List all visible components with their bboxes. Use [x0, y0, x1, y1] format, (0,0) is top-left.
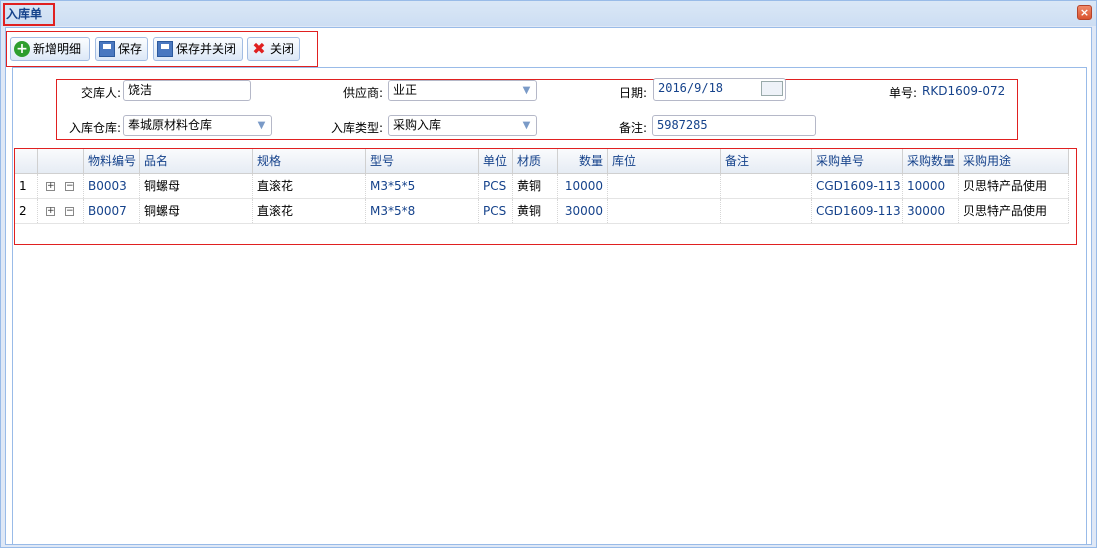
expand-icon[interactable]: + [46, 207, 55, 216]
cell-material[interactable]: 黄铜 [513, 199, 558, 223]
save-label: 保存 [118, 42, 143, 56]
close-icon[interactable]: × [1077, 5, 1092, 20]
cell-purpose[interactable]: 贝思特产品使用 [959, 199, 1069, 223]
chevron-down-icon[interactable]: ▼ [255, 119, 268, 132]
toolbar: + 新增明细 保存 保存并关闭 ✖ 关闭 [6, 31, 318, 67]
save-and-close-button[interactable]: 保存并关闭 [153, 37, 243, 61]
row-index: 1 [15, 174, 38, 198]
row-tree-toggles: + − [38, 174, 84, 198]
close-button[interactable]: ✖ 关闭 [247, 37, 300, 61]
column-header-po-no[interactable]: 采购单号 [812, 149, 903, 173]
grid-header: 物料编号 品名 规格 型号 单位 材质 数量 库位 备注 采购单号 采购数量 采… [15, 149, 1069, 174]
order-no-label: 单号: [888, 86, 917, 100]
column-header-model[interactable]: 型号 [366, 149, 479, 173]
cell-po-qty[interactable]: 10000 [903, 174, 959, 198]
row-tree-toggles: + − [38, 199, 84, 223]
column-header-qty[interactable]: 数量 [558, 149, 608, 173]
cell-model[interactable]: M3*5*5 [366, 174, 479, 198]
cell-po-no[interactable]: CGD1609-113 [812, 199, 903, 223]
row-index: 2 [15, 199, 38, 223]
expand-icon[interactable]: + [46, 182, 55, 191]
cell-unit[interactable]: PCS [479, 199, 513, 223]
cell-remark[interactable] [721, 199, 812, 223]
supplier-value: 业正 [393, 83, 418, 97]
add-detail-button[interactable]: + 新增明细 [10, 37, 90, 61]
table-row[interactable]: 2 + − B0007 铜螺母 直滚花 M3*5*8 PCS 黄铜 30000 C… [15, 199, 1069, 224]
deliverer-label: 交库人: [80, 86, 121, 100]
inbound-order-window: 入库单 × + 新增明细 保存 保存并关闭 ✖ 关闭 交库人: 饶洁 供应商: … [0, 0, 1097, 548]
cell-model[interactable]: M3*5*8 [366, 199, 479, 223]
cell-spec[interactable]: 直滚花 [253, 174, 366, 198]
cell-spec[interactable]: 直滚花 [253, 199, 366, 223]
order-no-value: RKD1609-072 [922, 84, 1006, 98]
column-header-remark[interactable]: 备注 [721, 149, 812, 173]
detail-grid: 物料编号 品名 规格 型号 单位 材质 数量 库位 备注 采购单号 采购数量 采… [15, 149, 1076, 245]
column-header-spec[interactable]: 规格 [253, 149, 366, 173]
save-icon [157, 41, 173, 57]
chevron-down-icon[interactable]: ▼ [520, 119, 533, 132]
supplier-select[interactable]: 业正 ▼ [388, 80, 537, 101]
cell-purpose[interactable]: 贝思特产品使用 [959, 174, 1069, 198]
cell-code[interactable]: B0007 [84, 199, 140, 223]
cell-name[interactable]: 铜螺母 [140, 174, 253, 198]
inbound-type-select[interactable]: 采购入库 ▼ [388, 115, 537, 136]
cell-material[interactable]: 黄铜 [513, 174, 558, 198]
inbound-type-value: 采购入库 [393, 118, 442, 132]
supplier-label: 供应商: [342, 86, 383, 100]
collapse-icon[interactable]: − [65, 182, 74, 191]
column-header-code[interactable]: 物料编号 [84, 149, 140, 173]
cell-remark[interactable] [721, 174, 812, 198]
remark-label: 备注: [618, 121, 647, 135]
cell-qty[interactable]: 30000 [558, 199, 608, 223]
window-title: 入库单 [3, 3, 55, 26]
cell-qty[interactable]: 10000 [558, 174, 608, 198]
column-header-purpose[interactable]: 采购用途 [959, 149, 1069, 173]
save-icon [99, 41, 115, 57]
cell-po-qty[interactable]: 30000 [903, 199, 959, 223]
save-close-label: 保存并关闭 [176, 42, 237, 56]
date-label: 日期: [618, 86, 647, 100]
inbound-type-label: 入库类型: [330, 121, 383, 135]
column-header-unit[interactable]: 单位 [479, 149, 513, 173]
column-header-location[interactable]: 库位 [608, 149, 721, 173]
warehouse-select[interactable]: 奉城原材料仓库 ▼ [123, 115, 272, 136]
collapse-icon[interactable]: − [65, 207, 74, 216]
remark-field[interactable]: 5987285 [652, 115, 816, 136]
cell-location[interactable] [608, 174, 721, 198]
close-icon: ✖ [252, 39, 266, 58]
column-header-name[interactable]: 品名 [140, 149, 253, 173]
grid-header-index [15, 149, 38, 173]
column-header-material[interactable]: 材质 [513, 149, 558, 173]
date-field[interactable]: 2016/9/18 [653, 78, 786, 101]
cell-code[interactable]: B0003 [84, 174, 140, 198]
grid-header-tree [38, 149, 84, 173]
add-detail-label: 新增明细 [33, 42, 82, 56]
deliverer-field[interactable]: 饶洁 [123, 80, 251, 101]
cell-name[interactable]: 铜螺母 [140, 199, 253, 223]
column-header-po-qty[interactable]: 采购数量 [903, 149, 959, 173]
title-bar: 入库单 × [1, 1, 1096, 26]
add-icon: + [14, 41, 30, 57]
cell-po-no[interactable]: CGD1609-113 [812, 174, 903, 198]
warehouse-value: 奉城原材料仓库 [128, 118, 213, 132]
cell-unit[interactable]: PCS [479, 174, 513, 198]
warehouse-label: 入库仓库: [68, 121, 121, 135]
cell-location[interactable] [608, 199, 721, 223]
calendar-icon[interactable] [761, 81, 783, 96]
close-label: 关闭 [270, 42, 295, 56]
table-row[interactable]: 1 + − B0003 铜螺母 直滚花 M3*5*5 PCS 黄铜 10000 C… [15, 174, 1069, 199]
date-value: 2016/9/18 [658, 81, 724, 95]
save-button[interactable]: 保存 [95, 37, 148, 61]
chevron-down-icon[interactable]: ▼ [520, 84, 533, 97]
